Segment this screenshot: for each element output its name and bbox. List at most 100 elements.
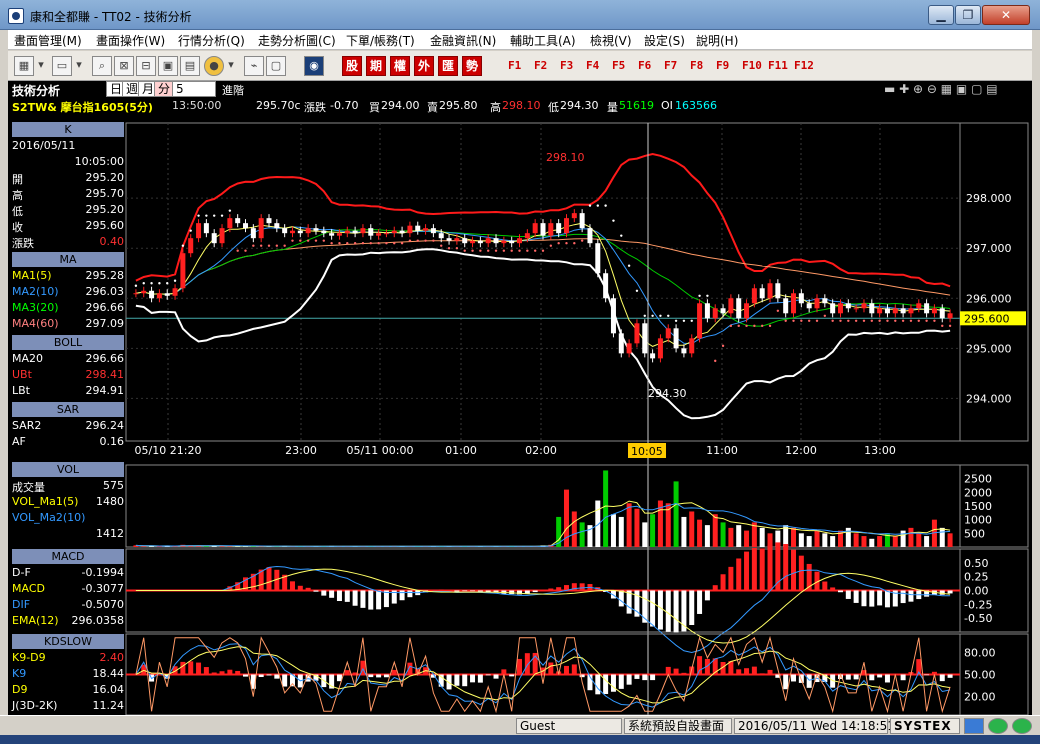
time-tick-2: 05/11 00:00 <box>347 444 414 457</box>
menu-item-8[interactable]: 設定(S) <box>644 32 685 49</box>
dropdown-arrow-icon[interactable]: ▾ <box>36 56 46 76</box>
candle-body <box>321 230 327 234</box>
sar-dot <box>291 239 294 242</box>
macd-bar <box>759 548 765 591</box>
sar-dot <box>314 239 318 242</box>
candle-body <box>258 218 264 239</box>
link-icon[interactable]: ⌁ <box>244 56 264 76</box>
vol-ma10-line <box>135 502 951 547</box>
fkey-button-6[interactable]: F6 <box>638 59 651 72</box>
menu-item-5[interactable]: 金融資訊(N) <box>430 32 496 49</box>
volume-bar <box>908 527 914 547</box>
price-tick-0: 298.000 <box>966 192 1012 205</box>
fkey-button-10[interactable]: F10 <box>742 59 762 72</box>
fkey-button-9[interactable]: F9 <box>716 59 729 72</box>
macd-bar <box>728 566 734 591</box>
volume-bar <box>791 527 797 547</box>
fkey-button-5[interactable]: F5 <box>612 59 625 72</box>
chart-canvas[interactable]: 05/10 21:20 23:00 05/11 00:00 01:00 02:00 10:… <box>8 81 1032 715</box>
vol-tick-2: 1500 <box>964 500 992 513</box>
screen-icon[interactable]: ▢ <box>266 56 286 76</box>
menu-item-3[interactable]: 走勢分析圖(C) <box>258 32 336 49</box>
close-chart-icon[interactable]: ⊠ <box>114 56 134 76</box>
status-bar: Guest 系統預設自設畫面 2016/05/11 Wed 14:18:51 S… <box>0 715 1040 735</box>
sar-dot <box>870 319 873 323</box>
sar-dot <box>213 214 216 217</box>
menu-item-2[interactable]: 行情分析(Q) <box>178 32 245 49</box>
quick-button-3[interactable]: 外 <box>414 56 434 76</box>
menu-item-1[interactable]: 畫面操作(W) <box>96 32 165 49</box>
candle-body <box>869 303 875 314</box>
fkey-button-12[interactable]: F12 <box>794 59 814 72</box>
candle-body <box>595 243 601 274</box>
macd-tick-1: 0.25 <box>964 571 989 584</box>
dropdown-arrow-icon[interactable]: ▾ <box>226 56 236 76</box>
close-status-icon[interactable] <box>964 718 984 734</box>
quick-button-2[interactable]: 權 <box>390 56 410 76</box>
fkey-button-4[interactable]: F4 <box>586 59 599 72</box>
candle-body <box>485 238 491 244</box>
minimize-button[interactable]: ▁ <box>928 5 954 25</box>
menu-item-6[interactable]: 輔助工具(A) <box>510 32 576 49</box>
maximize-button[interactable]: ❐ <box>955 5 981 25</box>
macd-bar <box>767 544 773 591</box>
menu-bar: 畫面管理(M) 畫面操作(W) 行情分析(Q) 走勢分析圖(C) 下單/帳務(T) 金融資… <box>8 30 1032 50</box>
window-icon[interactable]: ▣ <box>158 56 178 76</box>
monitor-icon[interactable]: ▭ <box>52 56 72 76</box>
fkey-button-3[interactable]: F3 <box>560 59 573 72</box>
vol-tick-3: 1000 <box>964 514 992 527</box>
time-tick-6: 11:00 <box>706 444 738 457</box>
menu-item-7[interactable]: 檢視(V) <box>590 32 632 49</box>
volume-bar <box>728 527 734 547</box>
sar-dot <box>612 219 615 222</box>
volume-bar <box>900 530 906 547</box>
sar-dot <box>721 344 725 348</box>
close-button[interactable]: ✕ <box>982 5 1030 25</box>
candle-body <box>313 228 319 231</box>
dropdown-arrow-icon[interactable]: ▾ <box>74 56 84 76</box>
candle-body <box>368 228 374 236</box>
sar-dot <box>205 214 208 217</box>
sar-dot <box>267 244 271 247</box>
sar-dot <box>533 249 537 252</box>
fkey-button-1[interactable]: F1 <box>508 59 521 72</box>
fkey-button-2[interactable]: F2 <box>534 59 547 72</box>
fkey-button-7[interactable]: F7 <box>664 59 677 72</box>
vol-tick-1: 2000 <box>964 486 992 499</box>
volume-bar <box>939 527 945 547</box>
kd-bar <box>736 669 742 675</box>
kd-bar <box>751 666 757 675</box>
macd-bar <box>509 590 515 595</box>
ma10-line <box>135 226 951 345</box>
macd-bar <box>336 590 342 602</box>
fkey-button-11[interactable]: F11 <box>768 59 788 72</box>
quick-button-1[interactable]: 期 <box>366 56 386 76</box>
menu-item-9[interactable]: 說明(H) <box>696 32 738 49</box>
grid-icon[interactable]: ▦ <box>14 56 34 76</box>
sar-dot <box>784 319 787 323</box>
macd-bar <box>665 590 671 632</box>
coin-icon[interactable]: ● <box>204 56 224 76</box>
kd-bar <box>266 674 272 676</box>
vol-tick-4: 500 <box>964 527 985 540</box>
quick-button-5[interactable]: 勢 <box>462 56 482 76</box>
volume-bar <box>947 533 953 547</box>
split-icon[interactable]: ⊟ <box>136 56 156 76</box>
fkey-button-8[interactable]: F8 <box>690 59 703 72</box>
kd-bar <box>900 674 906 681</box>
sar-dot <box>565 241 568 245</box>
window-title: 康和全都賺 - TT02 - 技術分析 <box>30 10 192 24</box>
macd-bar <box>446 589 452 591</box>
quick-button-0[interactable]: 股 <box>342 56 362 76</box>
app-logo-icon[interactable]: ◉ <box>304 56 324 76</box>
layout-icon[interactable]: ▤ <box>180 56 200 76</box>
search-icon[interactable]: ⌕ <box>92 56 112 76</box>
quick-button-4[interactable]: 匯 <box>438 56 458 76</box>
macd-bar <box>697 590 703 614</box>
menu-item-0[interactable]: 畫面管理(M) <box>14 32 82 49</box>
menu-item-4[interactable]: 下單/帳務(T) <box>346 32 415 49</box>
kd-tick-2: 20.00 <box>964 691 996 704</box>
kd-tick-0: 80.00 <box>964 646 996 659</box>
macd-bar <box>376 590 382 610</box>
status-layout: 系統預設自設畫面 <box>624 718 732 734</box>
